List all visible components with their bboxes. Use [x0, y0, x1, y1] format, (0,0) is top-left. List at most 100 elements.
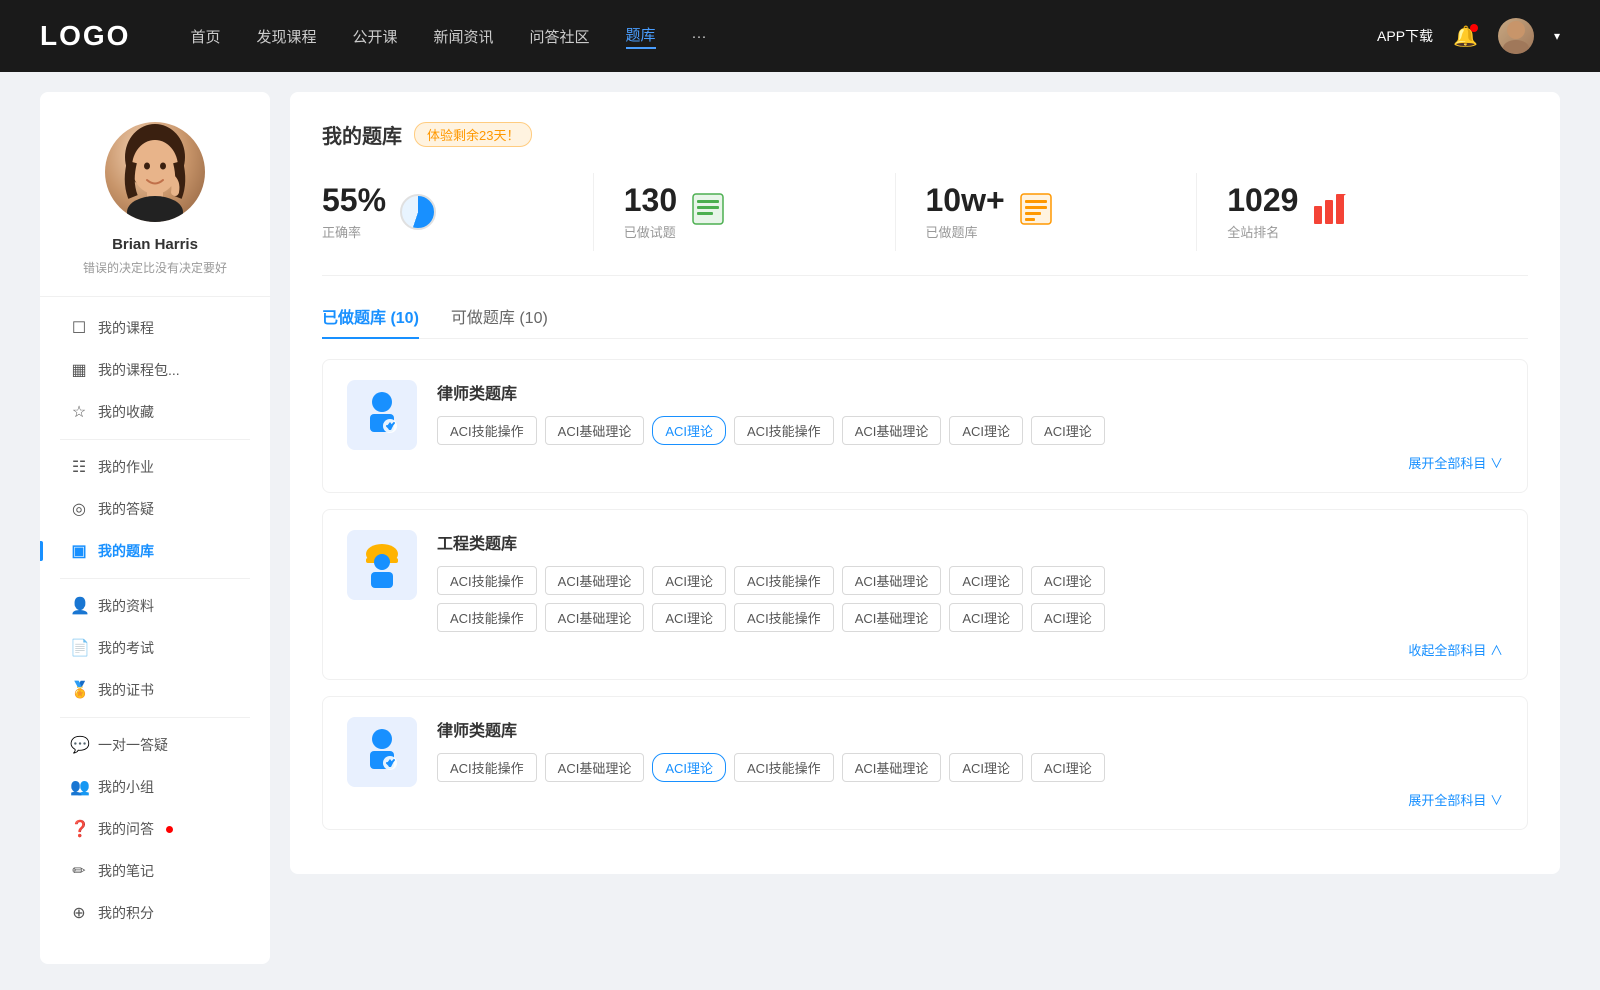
nav-discover[interactable]: 发现课程: [256, 26, 316, 47]
eng-tag2-3[interactable]: ACI技能操作: [734, 603, 834, 632]
l2-tag-5[interactable]: ACI理论: [949, 753, 1023, 782]
banks-value: 10w+: [926, 183, 1005, 218]
sidebar-item-my-qa[interactable]: ❓ 我的问答: [40, 808, 270, 850]
tag-2-active[interactable]: ACI理论: [652, 416, 726, 445]
bank-card-engineer-content: 工程类题库 ACI技能操作 ACI基础理论 ACI理论 ACI技能操作 ACI基…: [437, 530, 1503, 659]
avatar-image: [105, 122, 205, 222]
sidebar-item-exam[interactable]: 📄 我的考试: [40, 627, 270, 669]
sidebar-item-course-package[interactable]: ▦ 我的课程包...: [40, 349, 270, 391]
sidebar-item-profile[interactable]: 👤 我的资料: [40, 585, 270, 627]
eng-tag2-6[interactable]: ACI理论: [1031, 603, 1105, 632]
eng-tag-5[interactable]: ACI理论: [949, 566, 1023, 595]
star-icon: ☆: [70, 402, 88, 422]
l2-tag-0[interactable]: ACI技能操作: [437, 753, 537, 782]
bank-tags-engineer-row1: ACI技能操作 ACI基础理论 ACI理论 ACI技能操作 ACI基础理论 AC…: [437, 566, 1503, 595]
eng-tag-6[interactable]: ACI理论: [1031, 566, 1105, 595]
eng-tag2-4[interactable]: ACI基础理论: [842, 603, 942, 632]
bank-card-lawyer-1-content: 律师类题库 ACI技能操作 ACI基础理论 ACI理论 ACI技能操作 ACI基…: [437, 380, 1503, 472]
bank-card-lawyer-1: 律师类题库 ACI技能操作 ACI基础理论 ACI理论 ACI技能操作 ACI基…: [322, 359, 1528, 493]
user-dropdown-arrow[interactable]: ▾: [1554, 29, 1560, 43]
nav-links: 首页 发现课程 公开课 新闻资讯 问答社区 题库 ···: [190, 24, 1377, 49]
tab-available-banks[interactable]: 可做题库 (10): [451, 304, 548, 338]
eng-tag2-2[interactable]: ACI理论: [652, 603, 726, 632]
lawyer-2-figure-icon: [355, 725, 409, 779]
nav-qa[interactable]: 问答社区: [530, 26, 590, 47]
profile-icon: 👤: [70, 596, 88, 616]
content-inner: 我的题库 体验剩余23天！ 55% 正确率 130 已做试题: [290, 92, 1560, 874]
bank-card-lawyer-2: 律师类题库 ACI技能操作 ACI基础理论 ACI理论 ACI技能操作 ACI基…: [322, 696, 1528, 830]
stat-done-banks: 10w+ 已做题库: [926, 173, 1198, 251]
profile-section: Brian Harris 错误的决定比没有决定要好: [40, 122, 270, 297]
rank-label: 全站排名: [1227, 222, 1298, 241]
tag-1[interactable]: ACI基础理论: [545, 416, 645, 445]
homework-icon: ☷: [70, 457, 88, 477]
trial-badge: 体验剩余23天！: [414, 122, 532, 147]
sidebar-item-qa[interactable]: ◎ 我的答疑: [40, 488, 270, 530]
sidebar-item-homework[interactable]: ☷ 我的作业: [40, 446, 270, 488]
tag-6[interactable]: ACI理论: [1031, 416, 1105, 445]
sidebar-item-group[interactable]: 👥 我的小组: [40, 766, 270, 808]
eng-tag-4[interactable]: ACI基础理论: [842, 566, 942, 595]
profile-name: Brian Harris: [112, 236, 198, 253]
bank-expand-engineer[interactable]: 收起全部科目 ∧: [437, 640, 1503, 659]
lawyer-icon-wrap: [347, 380, 417, 450]
l2-tag-6[interactable]: ACI理论: [1031, 753, 1105, 782]
banks-label: 已做题库: [926, 222, 1005, 241]
eng-tag-1[interactable]: ACI基础理论: [545, 566, 645, 595]
tab-done-banks[interactable]: 已做题库 (10): [322, 304, 419, 338]
bank-card-lawyer-2-content: 律师类题库 ACI技能操作 ACI基础理论 ACI理论 ACI技能操作 ACI基…: [437, 717, 1503, 809]
nav-opencourse[interactable]: 公开课: [352, 26, 397, 47]
eng-tag2-5[interactable]: ACI理论: [949, 603, 1023, 632]
sidebar-divider-1: [60, 439, 250, 440]
app-download-button[interactable]: APP下载: [1377, 26, 1433, 46]
nav-news[interactable]: 新闻资讯: [434, 26, 494, 47]
eng-tag-0[interactable]: ACI技能操作: [437, 566, 537, 595]
tag-3[interactable]: ACI技能操作: [734, 416, 834, 445]
tag-0[interactable]: ACI技能操作: [437, 416, 537, 445]
sidebar-item-question-bank[interactable]: ▣ 我的题库: [40, 530, 270, 572]
notification-bell-icon[interactable]: 🔔: [1453, 24, 1478, 49]
my-qa-icon: ❓: [70, 819, 88, 839]
l2-tag-1[interactable]: ACI基础理论: [545, 753, 645, 782]
l2-tag-4[interactable]: ACI基础理论: [842, 753, 942, 782]
questions-icon: [691, 192, 725, 233]
eng-tag-2[interactable]: ACI理论: [652, 566, 726, 595]
sidebar: Brian Harris 错误的决定比没有决定要好 ☐ 我的课程 ▦ 我的课程包…: [40, 92, 270, 964]
avatar[interactable]: [1498, 18, 1534, 54]
sidebar-item-points[interactable]: ⊕ 我的积分: [40, 892, 270, 934]
navbar: LOGO 首页 发现课程 公开课 新闻资讯 问答社区 题库 ··· APP下载 …: [0, 0, 1600, 72]
sidebar-item-my-course[interactable]: ☐ 我的课程: [40, 307, 270, 349]
sidebar-item-tutor[interactable]: 💬 一对一答疑: [40, 724, 270, 766]
notification-dot: [1470, 24, 1478, 32]
tag-4[interactable]: ACI基础理论: [842, 416, 942, 445]
profile-avatar: [105, 122, 205, 222]
rank-icon: [1312, 192, 1346, 233]
exam-icon: 📄: [70, 638, 88, 658]
l2-tag-3[interactable]: ACI技能操作: [734, 753, 834, 782]
accuracy-value: 55%: [322, 183, 386, 218]
points-icon: ⊕: [70, 903, 88, 923]
bank-icon: ▣: [70, 541, 88, 561]
nav-more[interactable]: ···: [692, 28, 707, 45]
stat-done-text: 130 已做试题: [624, 183, 677, 241]
sidebar-divider-2: [60, 578, 250, 579]
bank-expand-lawyer-1[interactable]: 展开全部科目 ∨: [437, 453, 1503, 472]
tag-5[interactable]: ACI理论: [949, 416, 1023, 445]
bank-tags-lawyer-1: ACI技能操作 ACI基础理论 ACI理论 ACI技能操作 ACI基础理论 AC…: [437, 416, 1503, 445]
sidebar-divider-3: [60, 717, 250, 718]
l2-tag-2-active[interactable]: ACI理论: [652, 753, 726, 782]
bank-expand-lawyer-2[interactable]: 展开全部科目 ∨: [437, 790, 1503, 809]
eng-tag-3[interactable]: ACI技能操作: [734, 566, 834, 595]
tabs-row: 已做题库 (10) 可做题库 (10): [322, 304, 1528, 339]
sidebar-item-notes[interactable]: ✏ 我的笔记: [40, 850, 270, 892]
lawyer-2-icon-wrap: [347, 717, 417, 787]
qa-badge: [166, 826, 173, 833]
eng-tag2-0[interactable]: ACI技能操作: [437, 603, 537, 632]
eng-tag2-1[interactable]: ACI基础理论: [545, 603, 645, 632]
sidebar-item-certificate[interactable]: 🏅 我的证书: [40, 669, 270, 711]
nav-logo: LOGO: [40, 20, 130, 52]
nav-right: APP下载 🔔 ▾: [1377, 18, 1560, 54]
sidebar-item-favorites[interactable]: ☆ 我的收藏: [40, 391, 270, 433]
nav-questionbank[interactable]: 题库: [626, 24, 656, 49]
nav-home[interactable]: 首页: [190, 26, 220, 47]
